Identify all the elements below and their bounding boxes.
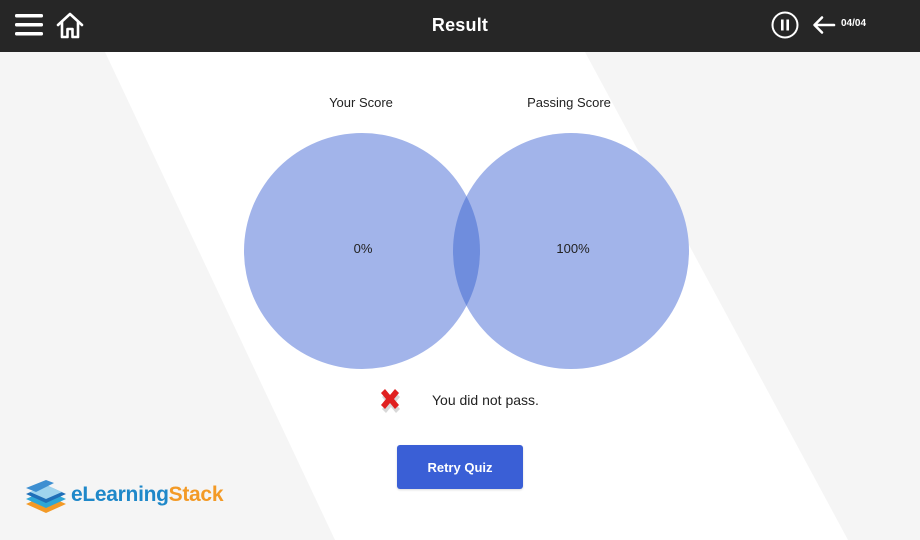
result-screen: Result 04/04 Your Score Passing Score 0%	[0, 0, 920, 540]
red-x-icon	[376, 386, 404, 414]
logo-text-elearning: eLearning	[71, 483, 169, 506]
passing-score-label: Passing Score	[527, 95, 611, 110]
result-message: You did not pass.	[432, 392, 539, 408]
logo-wordmark: eLearningStack	[71, 483, 224, 507]
retry-quiz-button[interactable]: Retry Quiz	[397, 445, 523, 489]
your-score-value: 0%	[354, 241, 373, 256]
stacked-books-logo-icon	[24, 478, 68, 516]
logo-text-stack: Stack	[168, 483, 224, 506]
passing-score-value: 100%	[556, 241, 590, 256]
your-score-label: Your Score	[329, 95, 393, 110]
